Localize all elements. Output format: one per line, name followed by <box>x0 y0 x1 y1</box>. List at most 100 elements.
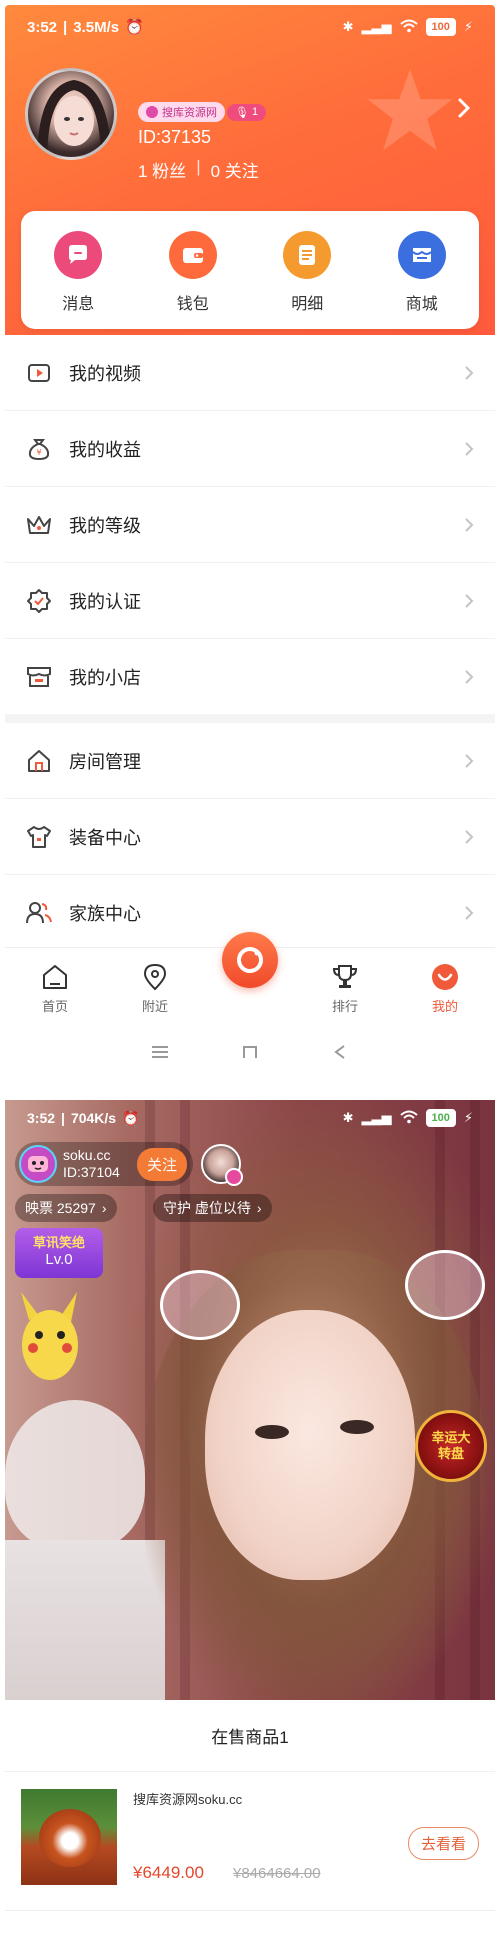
chevron-right-icon <box>465 905 474 920</box>
search-icon <box>146 106 158 118</box>
user-avatar[interactable] <box>25 68 117 160</box>
tab-home[interactable]: 首页 <box>15 962 95 1015</box>
lucky-wheel-button[interactable]: 幸运大转盘 <box>415 1410 487 1482</box>
wifi-icon <box>399 1110 418 1127</box>
quick-actions: 消息 钱包 明细 商城 <box>21 211 479 329</box>
chevron-right-icon <box>465 669 474 684</box>
chevron-right-icon <box>465 593 474 608</box>
menu-icon[interactable] <box>150 1044 170 1060</box>
divider <box>5 1910 495 1911</box>
home-icon <box>40 962 70 992</box>
wifi-icon <box>399 19 418 36</box>
product-card[interactable]: 搜库资源网soku.cc ¥6449.00 ¥8464664.00 去看看 <box>5 1772 495 1902</box>
fans-count[interactable]: 1 粉丝 <box>138 157 186 182</box>
product-price: ¥6449.00 <box>133 1863 204 1882</box>
quick-action-wallet[interactable]: 钱包 <box>148 231 238 329</box>
status-network-speed: 704K/s <box>70 1110 117 1126</box>
chevron-right-icon: › <box>256 1200 262 1216</box>
status-bar: 3:52 | 3.5M/s ⏰ ✱ ▂▃▅ 100 ⚡ <box>27 18 473 36</box>
plush-toy <box>5 1400 145 1550</box>
wallet-icon <box>168 231 217 279</box>
charging-icon: ⚡ <box>463 1110 473 1125</box>
live-room-screen: 3:52 | 704K/s ⏰ ✱ ▂▃▅ 100 ⚡ soku.cc ID:3… <box>5 1100 495 1938</box>
back-icon[interactable] <box>330 1044 350 1060</box>
home-nav-icon[interactable] <box>240 1044 260 1060</box>
live-video[interactable]: 3:52 | 704K/s ⏰ ✱ ▂▃▅ 100 ⚡ soku.cc ID:3… <box>5 1100 495 1700</box>
tab-ranking[interactable]: 排行 <box>305 962 385 1015</box>
guard-pill[interactable]: 守护 虚位以待 › <box>153 1194 272 1222</box>
status-bar: 3:52 | 704K/s ⏰ ✱ ▂▃▅ 100 ⚡ <box>27 1109 473 1127</box>
chevron-right-icon <box>465 517 474 532</box>
quick-action-message[interactable]: 消息 <box>33 231 123 329</box>
location-icon <box>140 962 170 992</box>
mic-icon: 🎙 <box>235 106 249 119</box>
menu-item-my-earnings[interactable]: ¥ 我的收益 <box>5 411 495 487</box>
profile-screen: 3:52 | 3.5M/s ⏰ ✱ ▂▃▅ 100 ⚡ 搜库资源网 🎙 1 ID… <box>5 5 495 1080</box>
eye <box>255 1425 289 1439</box>
status-time: 3:52 <box>27 18 58 36</box>
bed <box>5 1540 165 1700</box>
signal-icon: ▂▃▅ <box>361 1110 392 1125</box>
user-id: ID:37135 <box>138 127 212 147</box>
level-badge[interactable]: 草讯笑绝 Lv.0 <box>15 1228 103 1278</box>
chevron-right-icon <box>465 441 474 456</box>
cat-ear-left <box>160 1270 240 1340</box>
certified-icon <box>25 587 53 615</box>
quick-action-detail[interactable]: 明细 <box>262 231 352 329</box>
menu-item-my-level[interactable]: 我的等级 <box>5 487 495 563</box>
chevron-right-icon <box>465 753 474 768</box>
pikachu-toy <box>21 1292 78 1380</box>
host-name: soku.cc <box>63 1147 111 1163</box>
svg-text:¥: ¥ <box>36 448 41 457</box>
alarm-icon: ⏰ <box>122 1109 140 1126</box>
crown-icon <box>25 511 53 539</box>
status-time: 3:52 <box>27 1110 56 1126</box>
follow-button[interactable]: 关注 <box>137 1147 188 1181</box>
cat-ear-right <box>405 1250 485 1320</box>
tab-nearby[interactable]: 附近 <box>115 962 195 1015</box>
level-badge: 🎙 1 <box>227 103 267 121</box>
face <box>205 1310 415 1580</box>
trophy-icon <box>330 962 360 992</box>
battery-indicator: 100 <box>425 18 456 36</box>
view-product-button[interactable]: 去看看 <box>407 1827 479 1860</box>
host-id: ID:37104 <box>63 1164 120 1180</box>
chevron-right-icon[interactable] <box>453 97 475 119</box>
menu-item-room-management[interactable]: 房间管理 <box>5 723 495 799</box>
money-bag-icon: ¥ <box>25 435 53 463</box>
mall-icon <box>397 231 446 279</box>
alarm-icon: ⏰ <box>125 19 144 36</box>
shop-section-title: 在售商品1 <box>5 1700 495 1772</box>
shop-icon <box>25 663 53 691</box>
viewer-avatar[interactable] <box>201 1144 243 1186</box>
detail-list-icon <box>283 231 332 279</box>
quick-action-mall[interactable]: 商城 <box>377 231 467 329</box>
menu-item-my-shop[interactable]: 我的小店 <box>5 639 495 715</box>
shirt-icon <box>25 823 53 851</box>
status-network-speed: 3.5M/s <box>73 18 120 36</box>
tickets-pill[interactable]: 映票 25297 › <box>15 1194 117 1222</box>
menu-group-primary: 我的视频 ¥ 我的收益 我的等级 我的认证 我的小店 <box>5 335 495 715</box>
tab-mine[interactable]: 我的 <box>405 962 485 1015</box>
video-icon <box>25 359 53 387</box>
section-divider <box>5 714 495 723</box>
source-badge: 搜库资源网 <box>138 102 225 122</box>
start-live-button[interactable] <box>222 932 278 988</box>
profile-icon <box>430 962 460 992</box>
following-count[interactable]: 0 关注 <box>211 157 259 182</box>
product-original-price: ¥8464664.00 <box>233 1865 321 1882</box>
bluetooth-icon: ✱ <box>342 1110 354 1125</box>
host-avatar[interactable] <box>19 1145 57 1183</box>
menu-item-my-video[interactable]: 我的视频 <box>5 335 495 411</box>
charging-icon: ⚡ <box>463 19 473 34</box>
menu-item-equipment-center[interactable]: 装备中心 <box>5 799 495 875</box>
product-name: 搜库资源网soku.cc <box>133 1792 243 1807</box>
host-info[interactable]: soku.cc ID:37104 关注 <box>15 1142 193 1186</box>
battery-indicator: 100 <box>425 1109 456 1127</box>
user-badges: 搜库资源网 🎙 1 <box>138 102 267 122</box>
menu-item-my-certification[interactable]: 我的认证 <box>5 563 495 639</box>
camera-lens-icon <box>237 947 263 973</box>
follow-stats: 1 粉丝 | 0 关注 <box>138 157 259 182</box>
chevron-right-icon <box>465 829 474 844</box>
signal-icon: ▂▃▅ <box>361 19 392 34</box>
